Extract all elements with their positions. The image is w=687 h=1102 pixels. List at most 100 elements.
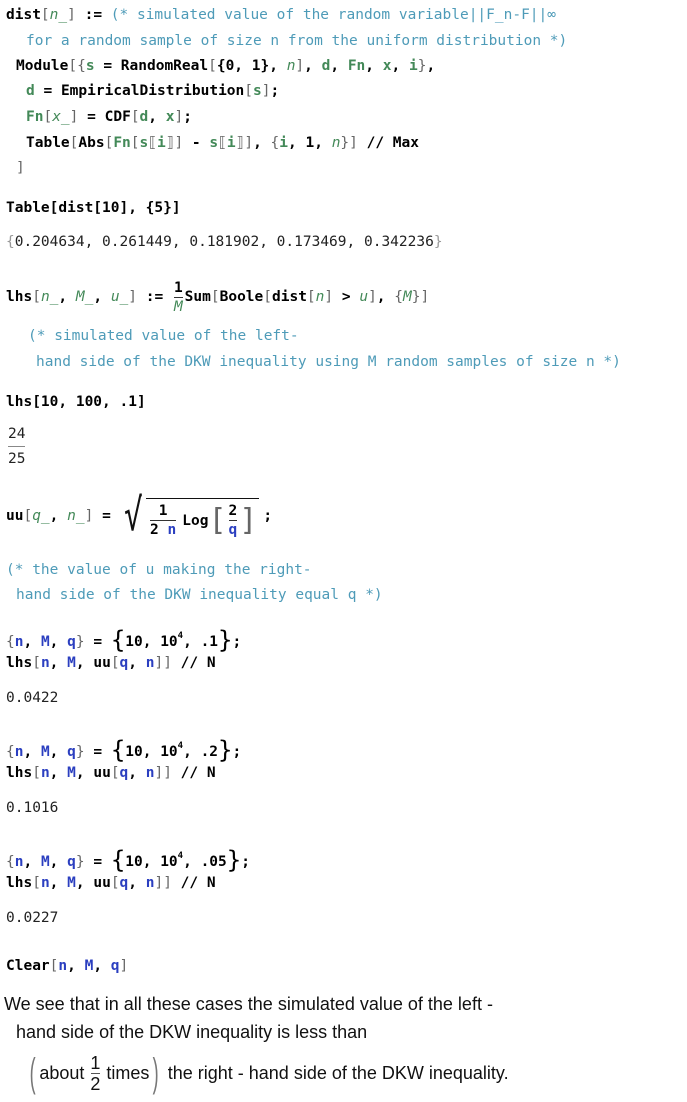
symbol: CDF [104, 109, 131, 125]
eval-line: lhs[n, M, uu[q, n]] // N [6, 765, 216, 781]
close-paren: ) [153, 1051, 160, 1095]
code-line: Module[{s = RandomReal[{0, 1}, n], d, Fn… [16, 58, 436, 74]
word: times [106, 1063, 150, 1083]
input-line: Clear[n, M, q] [6, 958, 129, 974]
numerator: 1 [90, 1052, 101, 1073]
local-var: i [408, 58, 418, 74]
denominator: 2 [150, 522, 168, 538]
sentence-rest: the right - hand side of the DKW inequal… [162, 1063, 509, 1083]
output-value: 0.0422 [6, 690, 59, 706]
global-var: q [67, 744, 76, 760]
symbol: Module [16, 58, 69, 74]
comment: (* simulated value of the random variabl… [110, 7, 556, 23]
operator: = [84, 854, 111, 870]
operator: > [333, 289, 360, 305]
operator: := [75, 7, 111, 23]
comment: (* the value of u making the right- [6, 562, 312, 578]
pattern: q_ [32, 508, 50, 524]
input-line: lhs[10, 100, .1] [6, 394, 146, 410]
pattern: n_ [49, 7, 68, 23]
comment: hand side of the DKW inequality using M … [36, 354, 621, 370]
output-list: {0.204634, 0.261449, 0.181902, 0.173469,… [6, 234, 443, 250]
output-value: 0.181902 [189, 234, 260, 250]
pattern: M [403, 289, 412, 305]
code-line: uu[q_, n_] = √ 12 n Log[2 q] ; [6, 490, 273, 541]
semicolon: ; [263, 508, 273, 524]
number: 10 [125, 854, 143, 870]
assignment-line: {n, M, q} = {10, 104, .05}; [6, 846, 250, 874]
denominator: 2 [90, 1073, 101, 1094]
local-var: d [139, 109, 149, 125]
comment: (* simulated value of the left- [28, 328, 299, 344]
global-var: n [40, 655, 50, 671]
code-line: for a random sample of size n from the u… [26, 32, 567, 50]
operator: = [84, 744, 111, 760]
pattern: M_ [75, 289, 94, 305]
postfix: // N [171, 875, 216, 891]
postfix: // N [171, 655, 216, 671]
sqrt-icon: √ [123, 490, 143, 541]
global-var: M [40, 744, 50, 760]
output-value: 0.173469 [276, 234, 347, 250]
local-var: i [279, 135, 289, 151]
symbol: EmpiricalDistribution [60, 83, 245, 99]
numerator: 1 [173, 279, 183, 296]
operator: = [94, 58, 121, 74]
symbol: Log [182, 512, 209, 529]
symbol: Clear [6, 958, 50, 974]
symbol: RandomReal [120, 58, 209, 74]
pattern: n_ [40, 289, 59, 305]
numerator: 24 [8, 426, 26, 442]
postfix: // Max [357, 135, 419, 151]
text-line: hand side of the DKW inequality is less … [16, 1022, 368, 1042]
fraction: 2q [229, 503, 238, 538]
global-var: M [40, 854, 50, 870]
eval-line: lhs[n, M, uu[q, n]] // N [6, 655, 216, 671]
operator: := [137, 289, 172, 305]
global-var: n [40, 765, 50, 781]
local-var: Fn [26, 109, 44, 125]
operator: = [84, 634, 111, 650]
comment: for a random sample of size n from the u… [26, 33, 568, 49]
number: 10 [160, 854, 178, 870]
number: 10 [160, 744, 178, 760]
q-value: .1 [200, 634, 219, 650]
code-line: Table[Abs[Fn[s⟦i⟧] - s⟦i⟧], {i, 1, n}] /… [26, 135, 419, 151]
denominator: 25 [8, 451, 26, 467]
comment: hand side of the DKW inequality equal q … [16, 587, 383, 603]
assignment-line: {n, M, q} = {10, 104, .2}; [6, 736, 242, 764]
symbol: lhs [6, 765, 33, 781]
local-var: i [157, 135, 166, 151]
symbol: Abs [78, 135, 105, 151]
sqrt-expression: √ 12 n Log[2 q] [123, 490, 260, 541]
symbol: lhs [6, 289, 33, 305]
global-var: q [119, 655, 129, 671]
local-var: Fn [113, 135, 131, 151]
local-var: s [253, 83, 262, 99]
code-line: (* simulated value of the left- [28, 327, 299, 345]
fraction: 1M [173, 279, 183, 315]
args: {0, 1}, [216, 58, 287, 74]
code-line: d = EmpiricalDistribution[s]; [26, 83, 280, 99]
text-line: We see that in all these cases the simul… [4, 994, 493, 1014]
global-var: q [119, 875, 129, 891]
code-line: (* the value of u making the right- [6, 561, 312, 579]
local-var: d [26, 83, 35, 99]
symbol: Table [26, 135, 70, 151]
symbol: uu [93, 875, 111, 891]
operator: = [93, 508, 120, 524]
symbol: lhs [6, 655, 33, 671]
output-value: 0.0227 [6, 910, 59, 926]
local-var: s [139, 135, 149, 151]
code-line: Fn[x_] = CDF[d, x]; [26, 109, 192, 125]
number: 10 [160, 634, 178, 650]
local-var: s [209, 135, 219, 151]
global-var: q [67, 854, 76, 870]
local-var: x [382, 58, 392, 74]
global-var: q [119, 765, 129, 781]
code-line: ] [16, 159, 25, 177]
global-var: M [67, 655, 76, 671]
symbol: Boole [219, 289, 264, 305]
global-var: n [58, 958, 68, 974]
symbol: uu [6, 508, 24, 524]
